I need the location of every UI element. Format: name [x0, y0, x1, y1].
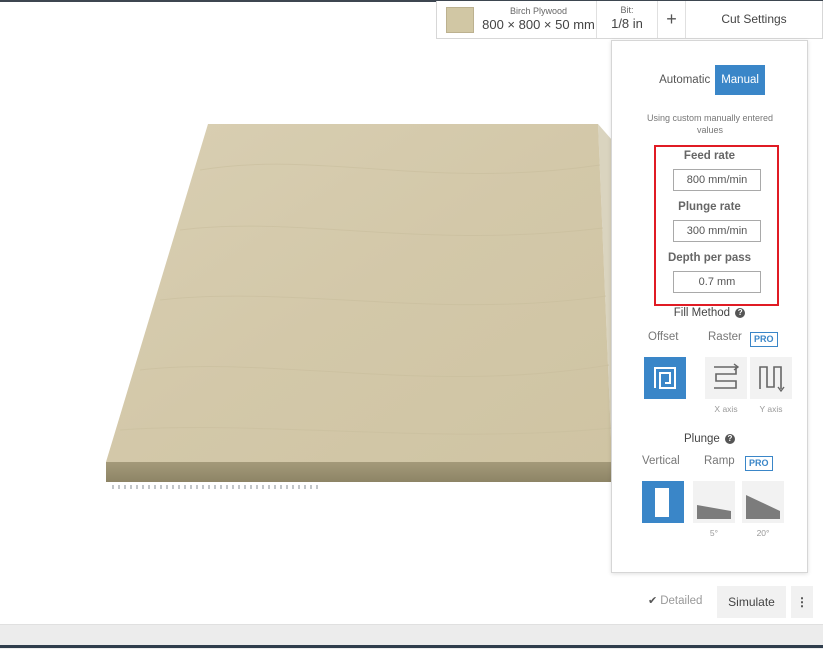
feed-rate-input[interactable] [673, 169, 761, 191]
raster-y-axis-icon [759, 366, 785, 393]
top-toolbar: Birch Plywood 800 × 800 × 50 mm Bit: 1/8… [436, 1, 823, 39]
raster-pro-badge: PRO [750, 332, 778, 347]
bit-selector[interactable]: Bit: 1/8 in [597, 1, 658, 38]
bit-label: Bit: [620, 5, 634, 15]
raster-y-axis-option[interactable] [750, 357, 792, 399]
plunge-rate-label: Plunge rate [678, 201, 741, 213]
cut-settings-panel: Automatic Manual Using custom manually e… [611, 40, 808, 573]
plunge-title: Plunge ? [612, 433, 807, 445]
plunge-help-icon[interactable]: ? [725, 434, 735, 444]
detailed-label: Detailed [660, 595, 703, 607]
checkmark-icon: ✔ [648, 595, 658, 607]
offset-spiral-icon [654, 367, 676, 389]
feed-rate-label: Feed rate [683, 150, 736, 162]
ramp-20-icon [746, 495, 780, 519]
depth-per-pass-label: Depth per pass [667, 252, 752, 264]
fill-method-title: Fill Method ? [612, 307, 807, 319]
bit-value: 1/8 in [611, 16, 643, 31]
raster-x-axis-icon [714, 363, 740, 389]
add-bit-button[interactable]: + [658, 1, 686, 38]
material-name: Birch Plywood [509, 6, 568, 16]
fill-method-help-icon[interactable]: ? [735, 308, 746, 318]
fill-method-label: Fill Method [673, 307, 731, 319]
offset-option-label[interactable]: Offset [648, 331, 678, 343]
vertical-option-label[interactable]: Vertical [642, 455, 680, 467]
board-top-face [106, 124, 612, 462]
depth-per-pass-input[interactable] [673, 271, 761, 293]
automatic-mode-button[interactable]: Automatic [654, 65, 715, 95]
ramp-5-option[interactable] [693, 481, 735, 523]
ramp-20-label: 20° [756, 528, 770, 538]
raster-x-axis-option[interactable] [705, 357, 747, 399]
board-front-face [106, 462, 612, 482]
mode-description: Using custom manually entered values [646, 113, 774, 135]
y-axis-label: Y axis [759, 404, 783, 414]
ruler-marks [112, 485, 322, 489]
ramp-5-icon [697, 505, 731, 519]
vertical-plunge-icon [655, 488, 669, 517]
vertical-plunge-option[interactable] [642, 481, 684, 523]
material-size: 800 × 800 × 50 mm [482, 17, 595, 32]
x-axis-label: X axis [714, 404, 738, 414]
ramp-20-option[interactable] [742, 481, 784, 523]
material-selector[interactable]: Birch Plywood 800 × 800 × 50 mm [437, 1, 597, 38]
cut-settings-button[interactable]: Cut Settings [686, 1, 822, 38]
simulate-button[interactable]: Simulate [717, 586, 786, 618]
plunge-rate-input[interactable] [673, 220, 761, 242]
offset-fill-option[interactable] [644, 357, 686, 399]
raster-option-label[interactable]: Raster [708, 331, 742, 343]
manual-mode-button[interactable]: Manual [715, 65, 765, 95]
ramp-pro-badge: PRO [745, 456, 773, 471]
plunge-label: Plunge [683, 433, 720, 445]
ramp-5-label: 5° [709, 528, 719, 538]
ramp-option-label[interactable]: Ramp [704, 455, 735, 467]
detailed-toggle[interactable]: ✔ Detailed [648, 594, 702, 607]
mode-toggle: Automatic Manual [612, 65, 807, 95]
material-swatch [446, 6, 474, 33]
more-options-button[interactable]: ⋮ [791, 586, 813, 618]
